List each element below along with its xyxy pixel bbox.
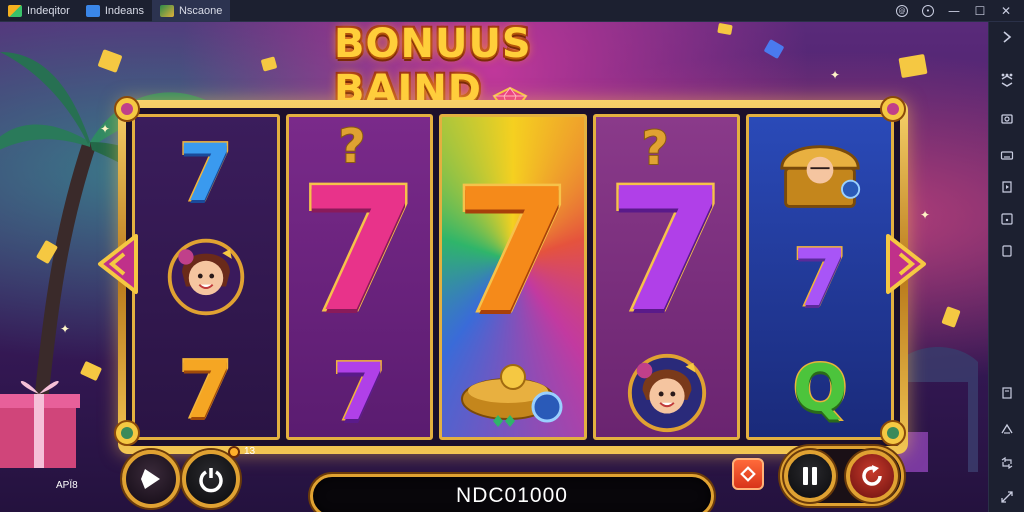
symbol-seven-purple-big: 7 xyxy=(596,161,738,341)
symbol-seven-gold: 7 xyxy=(135,341,277,437)
spin-refresh-icon xyxy=(862,465,882,486)
collapse-arrows-icon[interactable] xyxy=(998,72,1016,90)
autoplay-button[interactable] xyxy=(122,450,180,508)
window-controls: @ • — ☐ ✕ xyxy=(896,4,1024,18)
q-glyph: Q xyxy=(791,351,848,428)
confetti xyxy=(260,56,278,72)
sparkle-icon: ✦ xyxy=(60,322,71,336)
symbol-treasure-pot xyxy=(442,347,584,437)
seven-glyph: 7 xyxy=(177,346,234,436)
turbo-button[interactable] xyxy=(182,450,240,508)
badge-count: 13 xyxy=(244,446,256,457)
slot-machine-frame: 7 7 ? 7 7 7 ? 7 7 Q xyxy=(118,100,908,454)
character-girl-icon xyxy=(167,238,245,316)
spin-button[interactable] xyxy=(846,450,898,502)
symbol-seven-blue: 7 xyxy=(135,129,277,219)
seven-glyph: 7 xyxy=(177,129,234,219)
window-tab-2[interactable]: Indeans xyxy=(78,0,152,22)
symbol-seven-orange-big: 7 xyxy=(442,157,584,347)
window-tab-icon xyxy=(85,4,100,17)
expand-icon[interactable] xyxy=(998,28,1016,46)
app-logo-icon xyxy=(8,4,22,17)
window-tab-label: Indeqitor xyxy=(27,4,70,17)
character-girl-icon xyxy=(627,353,706,433)
maximize-icon[interactable]: ☐ xyxy=(974,4,986,18)
symbol-q-green: Q xyxy=(749,339,891,437)
pause-button[interactable] xyxy=(784,450,836,502)
seven-glyph: 7 xyxy=(451,153,574,351)
symbol-seven-lilac: 7 xyxy=(749,229,891,329)
frame-ornament-icon xyxy=(880,420,906,446)
sparkle-icon: ✦ xyxy=(830,68,841,82)
arrow-right-button[interactable] xyxy=(884,232,928,296)
symbol-character-girl xyxy=(596,343,738,437)
reel-4: ? 7 xyxy=(592,114,741,440)
reel-5: 7 Q xyxy=(746,114,894,440)
emulator-sidebar xyxy=(988,22,1024,512)
reel-1: 7 7 xyxy=(132,114,280,440)
settings-icon[interactable]: • xyxy=(922,4,934,17)
seven-glyph: 7 xyxy=(792,234,849,324)
multi-instance-icon[interactable] xyxy=(998,210,1016,228)
window-tab-3[interactable]: Nscaone xyxy=(151,0,231,22)
seven-glyph: 7 xyxy=(605,152,728,350)
frame-ornament-icon xyxy=(880,96,906,122)
list-icon[interactable] xyxy=(998,384,1016,402)
window-titlebar: Indeqitor Indeans Nscaone @ • — ☐ ✕ xyxy=(0,0,1024,22)
account-icon[interactable]: @ xyxy=(896,4,908,17)
reel-2: ? 7 7 xyxy=(285,114,434,440)
seven-glyph: 7 xyxy=(298,152,421,350)
power-icon xyxy=(199,468,223,493)
frame-ornament-icon xyxy=(114,96,140,122)
settings-gem-button[interactable] xyxy=(732,458,764,490)
frame-ornament-icon xyxy=(114,420,140,446)
window-tab-label: Indeans xyxy=(104,4,144,17)
symbol-seven-purple: 7 xyxy=(289,343,431,438)
diamond-icon xyxy=(740,466,756,482)
rotate-icon[interactable] xyxy=(998,454,1016,472)
game-thumbnail-icon xyxy=(159,4,174,17)
arrow-left-button[interactable] xyxy=(96,232,140,296)
symbol-character-girl xyxy=(135,227,277,327)
symbol-seven-pink-big: 7 xyxy=(289,161,431,341)
play-icon xyxy=(141,469,160,489)
reel-3: 7 xyxy=(439,114,587,440)
window-tab-1[interactable]: Indeqitor xyxy=(0,0,78,22)
game-scene: ✦ ✦ ✦ ✦ BONUUS BAIND 7 7 ? 7 7 7 ? 7 7 Q… xyxy=(0,22,988,512)
reels-area: 7 7 ? 7 7 7 ? 7 7 Q xyxy=(126,108,900,446)
record-icon[interactable] xyxy=(998,178,1016,196)
close-icon[interactable]: ✕ xyxy=(1000,4,1012,18)
window-tab-label: Nscaone xyxy=(178,4,223,17)
corner-label: APÏ8 xyxy=(56,480,78,491)
minimize-icon[interactable]: — xyxy=(948,4,960,18)
shake-icon[interactable] xyxy=(998,488,1016,506)
confetti xyxy=(717,22,733,36)
sparkle-icon: ✦ xyxy=(920,208,931,222)
back-icon[interactable] xyxy=(998,420,1016,438)
treasure-pot-icon xyxy=(460,364,563,427)
balance-display: NDC01000 xyxy=(310,474,714,512)
notification-dot xyxy=(228,446,240,458)
screenshot-icon[interactable] xyxy=(998,110,1016,128)
gift-box-decoration xyxy=(0,380,80,468)
treasure-chest-icon xyxy=(780,145,861,208)
seven-glyph: 7 xyxy=(331,348,388,438)
confetti xyxy=(763,38,785,60)
symbol-treasure-chest xyxy=(749,123,891,223)
confetti xyxy=(898,53,928,79)
sparkle-icon: ✦ xyxy=(100,122,111,136)
pause-icon xyxy=(803,467,817,485)
fullscreen-icon[interactable] xyxy=(998,242,1016,260)
keyboard-icon[interactable] xyxy=(998,146,1016,164)
